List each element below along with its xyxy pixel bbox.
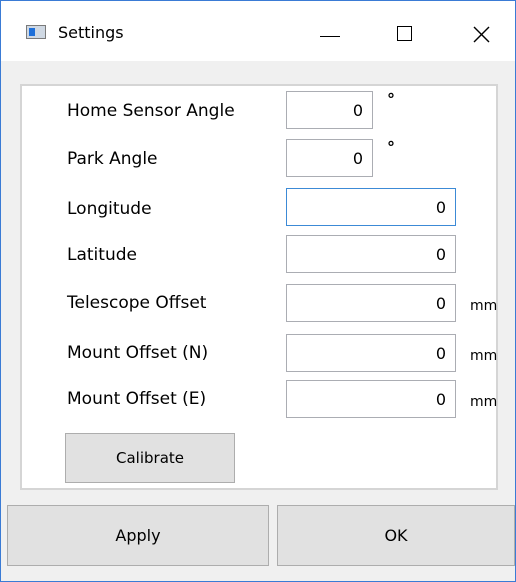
minimize-button[interactable] (307, 14, 353, 54)
park-angle-label: Park Angle (67, 149, 158, 169)
settings-window: Settings Home Sensor Angle ° Park Angle … (0, 0, 516, 582)
mount-offset-n-input[interactable] (286, 334, 456, 372)
mount-offset-e-label: Mount Offset (E) (67, 389, 207, 409)
home-sensor-angle-unit: ° (387, 90, 395, 109)
mount-offset-n-label: Mount Offset (N) (67, 343, 209, 363)
apply-button[interactable]: Apply (7, 505, 269, 566)
home-sensor-angle-input[interactable] (286, 91, 373, 129)
park-angle-unit: ° (387, 138, 395, 157)
calibrate-button[interactable]: Calibrate (65, 433, 235, 483)
close-button[interactable] (459, 14, 505, 54)
window-title: Settings (58, 23, 124, 42)
longitude-label: Longitude (67, 199, 152, 219)
telescope-offset-input[interactable] (286, 284, 456, 322)
ok-button[interactable]: OK (277, 505, 515, 566)
mount-offset-e-input[interactable] (286, 380, 456, 418)
park-angle-input[interactable] (286, 139, 373, 177)
app-window-icon (26, 25, 46, 39)
telescope-offset-label: Telescope Offset (67, 293, 207, 313)
mount-offset-e-unit: mm (470, 394, 498, 410)
longitude-input[interactable] (286, 188, 456, 226)
home-sensor-angle-label: Home Sensor Angle (67, 101, 235, 121)
close-icon (473, 26, 490, 43)
title-bar[interactable]: Settings (1, 1, 515, 61)
maximize-button[interactable] (383, 14, 429, 54)
latitude-label: Latitude (67, 245, 137, 265)
mount-offset-n-unit: mm (470, 348, 498, 364)
latitude-input[interactable] (286, 235, 456, 273)
telescope-offset-unit: mm (470, 298, 498, 314)
